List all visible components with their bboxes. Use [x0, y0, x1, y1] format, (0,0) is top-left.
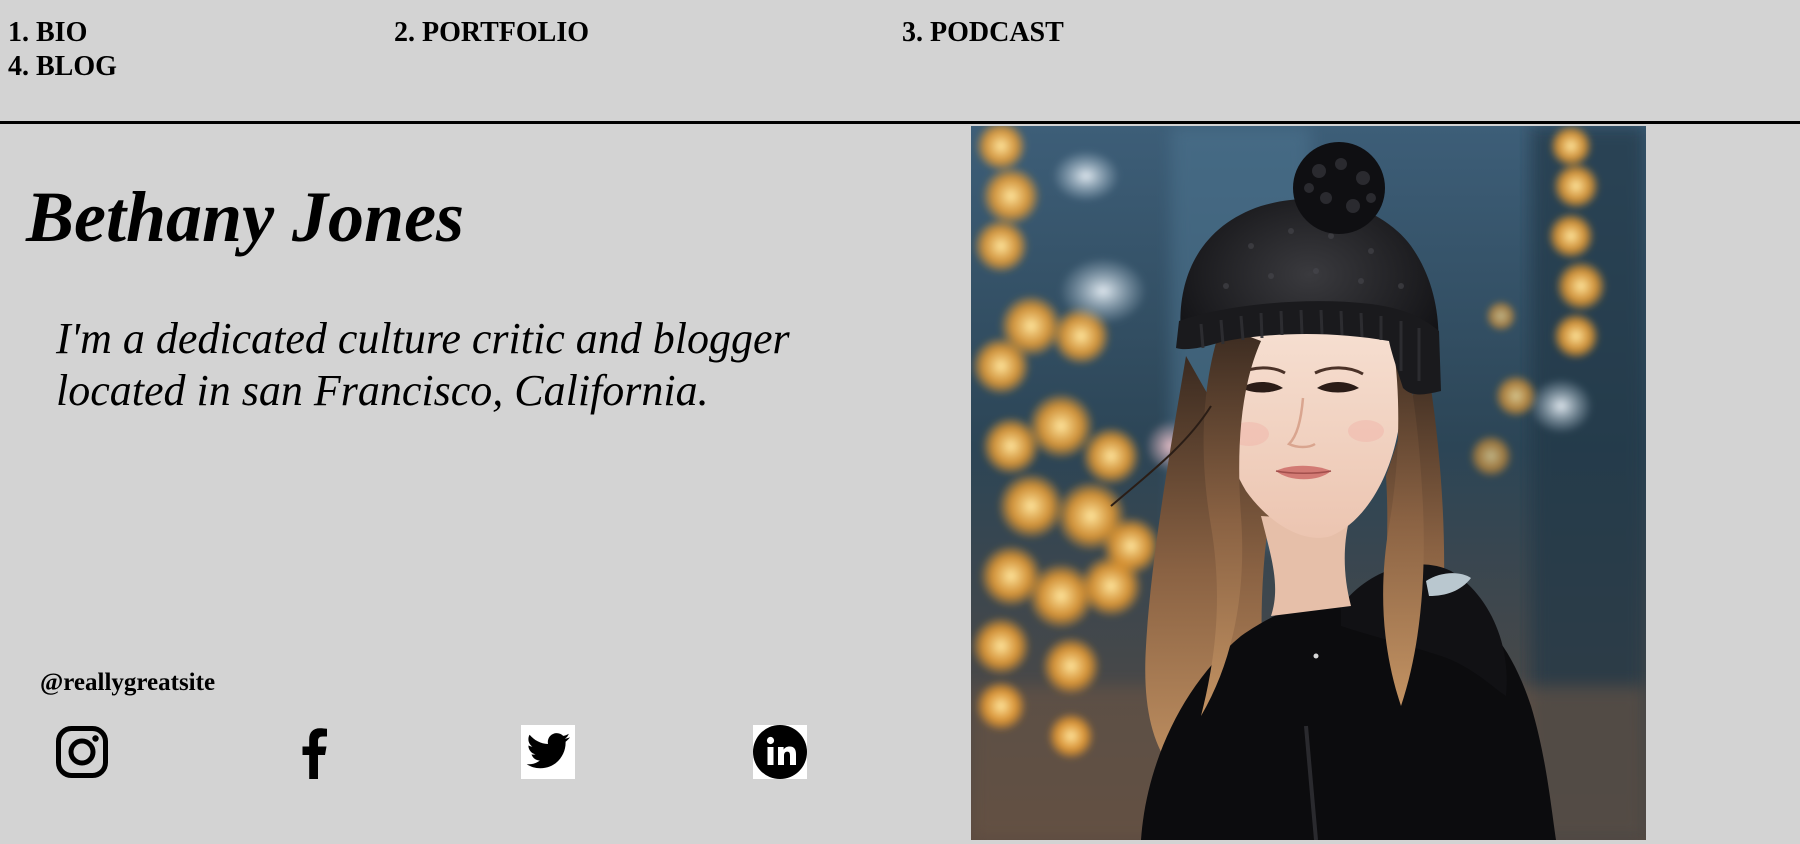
top-navigation: 1. BIO 2. PORTFOLIO 3. PODCAST 4. BLOG — [0, 0, 1800, 124]
nav-link-blog[interactable]: 4. BLOG — [8, 53, 117, 81]
twitter-icon[interactable] — [521, 725, 575, 779]
nav-link-portfolio[interactable]: 2. PORTFOLIO — [394, 19, 589, 47]
social-handle: @reallygreatsite — [40, 669, 216, 696]
instagram-icon[interactable] — [55, 725, 109, 779]
linkedin-icon[interactable] — [753, 725, 807, 779]
facebook-icon[interactable] — [288, 725, 342, 779]
bio-tagline: I'm a dedicated culture critic and blogg… — [56, 314, 790, 415]
nav-link-podcast[interactable]: 3. PODCAST — [902, 19, 1064, 47]
nav-link-bio[interactable]: 1. BIO — [8, 19, 87, 47]
profile-photo — [971, 126, 1646, 840]
page-title: Bethany Jones — [26, 177, 465, 257]
